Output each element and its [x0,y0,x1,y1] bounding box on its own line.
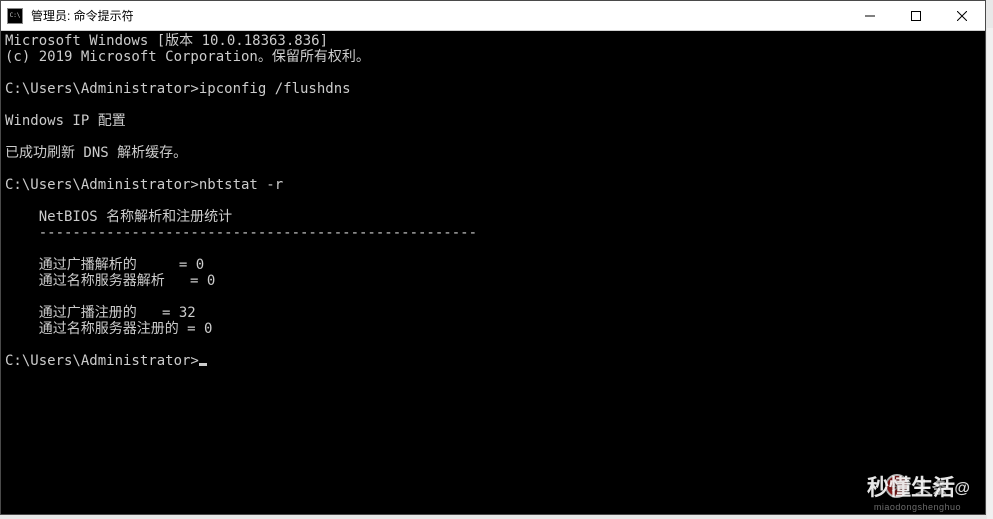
close-button[interactable] [939,1,985,30]
minimize-button[interactable] [847,1,893,30]
close-icon [957,11,967,21]
window-controls [847,1,985,30]
maximize-button[interactable] [893,1,939,30]
app-icon [7,8,23,24]
page-right-edge [987,28,993,519]
titlebar[interactable]: 管理员: 命令提示符 [1,1,985,31]
maximize-icon [911,11,921,21]
window-title: 管理员: 命令提示符 [29,7,847,24]
cursor [199,363,207,366]
terminal-output[interactable]: Microsoft Windows [版本 10.0.18363.836] (c… [1,31,985,514]
cmd-window: 管理员: 命令提示符 Microsoft Windows [版本 10.0.18… [0,0,986,515]
minimize-icon [865,11,875,21]
